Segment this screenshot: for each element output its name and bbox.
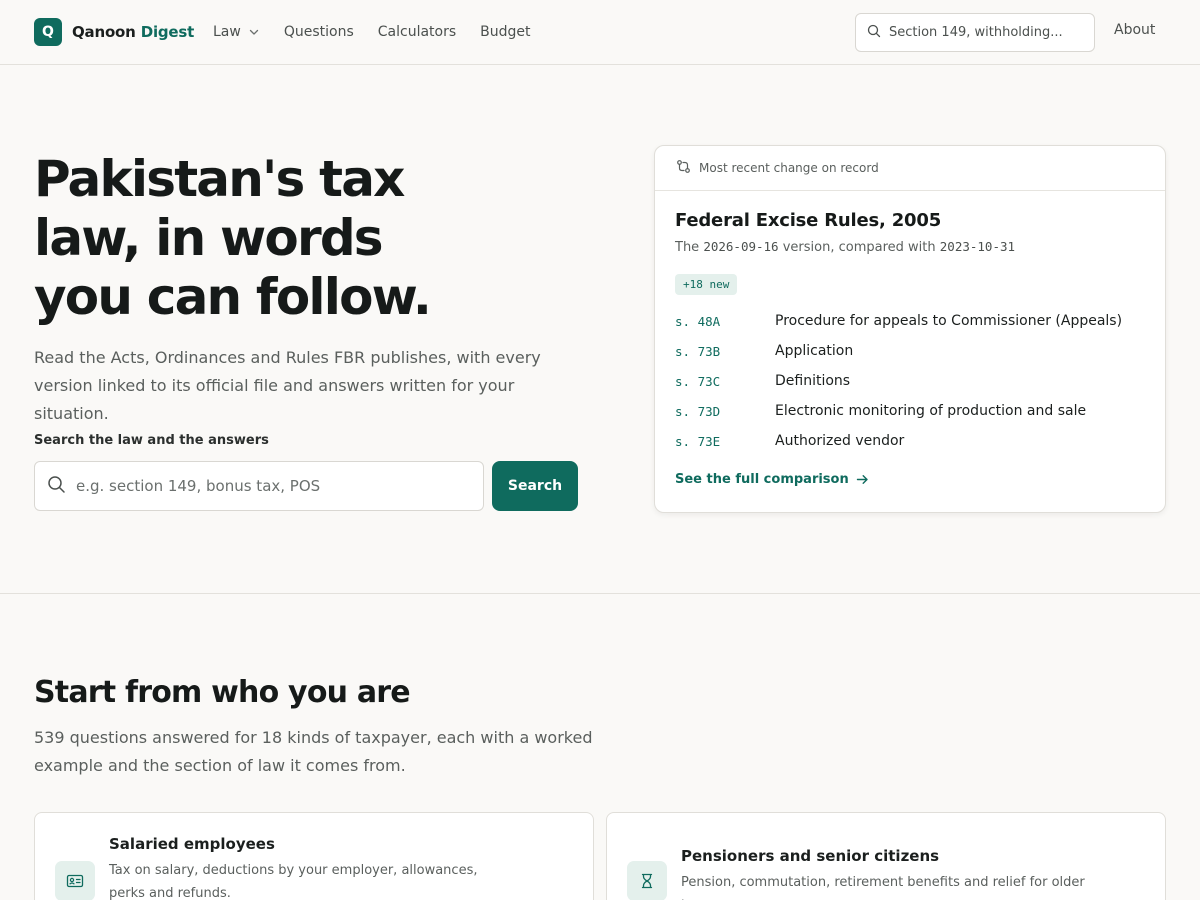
hero-title-line-1: Pakistan's tax: [34, 150, 405, 208]
nav-item-law[interactable]: Law: [213, 24, 260, 40]
site-logo[interactable]: Q Qanoon Digest: [34, 18, 194, 46]
chevron-down-icon: [248, 26, 260, 38]
logo-mark: Q: [34, 18, 62, 46]
list-item[interactable]: s. 48A Procedure for appeals to Commissi…: [675, 306, 1145, 336]
section-number: s. 73E: [675, 433, 721, 449]
section-title: Authorized vendor: [775, 433, 905, 449]
section-title: Application: [775, 343, 854, 359]
recent-change-card: Most recent change on record Federal Exc…: [654, 145, 1166, 513]
search-icon: [867, 23, 881, 42]
section-title: Definitions: [775, 373, 851, 389]
audience-card-title: Pensioners and senior citizens: [681, 847, 940, 865]
new-sections-badge: +18 new: [675, 274, 738, 295]
card-header: Most recent change on record: [655, 146, 1165, 191]
header-search[interactable]: [855, 13, 1095, 52]
list-item[interactable]: s. 73C Definitions: [675, 366, 1145, 396]
logo-wordmark: Qanoon Digest: [72, 23, 194, 41]
version-new-date: 2026-09-16: [703, 239, 779, 254]
hero-search-label: Search the law and the answers: [34, 433, 269, 448]
nav-item-label: Calculators: [377, 24, 457, 40]
hero-title-line-3: you can follow.: [34, 268, 432, 326]
section-number: s. 73D: [675, 403, 721, 419]
git-compare-icon: [676, 159, 691, 178]
card-header-label: Most recent change on record: [699, 161, 879, 175]
hero-lead: Read the Acts, Ordinances and Rules FBR …: [34, 348, 541, 423]
nav-item-label: Budget: [480, 24, 531, 40]
nav-item-questions[interactable]: Questions: [284, 24, 354, 40]
nav-item-label: Law: [213, 24, 241, 40]
section-divider: [0, 593, 1200, 594]
id-card-icon: [55, 861, 95, 900]
card-subtitle: The 2026-09-16 version, compared with 20…: [675, 239, 1015, 255]
list-item[interactable]: s. 73D Electronic monitoring of producti…: [675, 396, 1145, 426]
audience-card-description: Pension, commutation, retirement benefit…: [681, 875, 1085, 900]
subtitle-middle: version, compared with: [782, 240, 936, 255]
nav-item-about[interactable]: About: [1114, 22, 1155, 38]
subtitle-prefix: The: [675, 240, 700, 255]
hero-search-input[interactable]: [76, 477, 466, 495]
audience-section-lead: 539 questions answered for 18 kinds of t…: [34, 728, 593, 775]
section-number: s. 73B: [675, 343, 721, 359]
search-icon: [47, 475, 66, 498]
logo-word-qanoon: Qanoon: [72, 23, 136, 41]
hourglass-icon: [627, 861, 667, 900]
audience-card-description: Tax on salary, deductions by your employ…: [109, 863, 478, 900]
search-button[interactable]: Search: [492, 461, 578, 511]
site-header: Q Qanoon Digest Law Questions Calculator…: [0, 0, 1200, 65]
section-number: s. 48A: [675, 313, 721, 329]
list-item[interactable]: s. 73B Application: [675, 336, 1145, 366]
hero-title-line-2: law, in words: [34, 209, 384, 267]
hero-search-field[interactable]: [34, 461, 484, 511]
audience-card-salaried[interactable]: Salaried employees Tax on salary, deduct…: [34, 812, 594, 900]
full-comparison-label: See the full comparison: [675, 472, 849, 487]
audience-section-title: Start from who you are: [34, 675, 411, 710]
changed-sections-list: s. 48A Procedure for appeals to Commissi…: [675, 306, 1145, 456]
nav-item-calculators[interactable]: Calculators: [378, 24, 456, 40]
nav-item-budget[interactable]: Budget: [480, 24, 530, 40]
section-title: Procedure for appeals to Commissioner (A…: [775, 313, 1123, 329]
full-comparison-link[interactable]: See the full comparison: [675, 472, 869, 487]
logo-word-digest: Digest: [140, 23, 195, 41]
nav-item-label: Questions: [283, 24, 354, 40]
version-old-date: 2023-10-31: [939, 239, 1016, 254]
section-title: Electronic monitoring of production and …: [775, 403, 1087, 419]
audience-card-title: Salaried employees: [109, 835, 275, 853]
header-search-input[interactable]: [889, 25, 1084, 40]
main-nav: Law Questions Calculators Budget: [213, 22, 555, 42]
hero-title: Pakistan's tax law, in words you can fol…: [34, 150, 474, 327]
card-title[interactable]: Federal Excise Rules, 2005: [675, 210, 941, 231]
arrow-right-icon: [856, 473, 869, 486]
list-item[interactable]: s. 73E Authorized vendor: [675, 426, 1145, 456]
section-number: s. 73C: [675, 373, 721, 389]
audience-card-pensioners[interactable]: Pensioners and senior citizens Pension, …: [606, 812, 1166, 900]
